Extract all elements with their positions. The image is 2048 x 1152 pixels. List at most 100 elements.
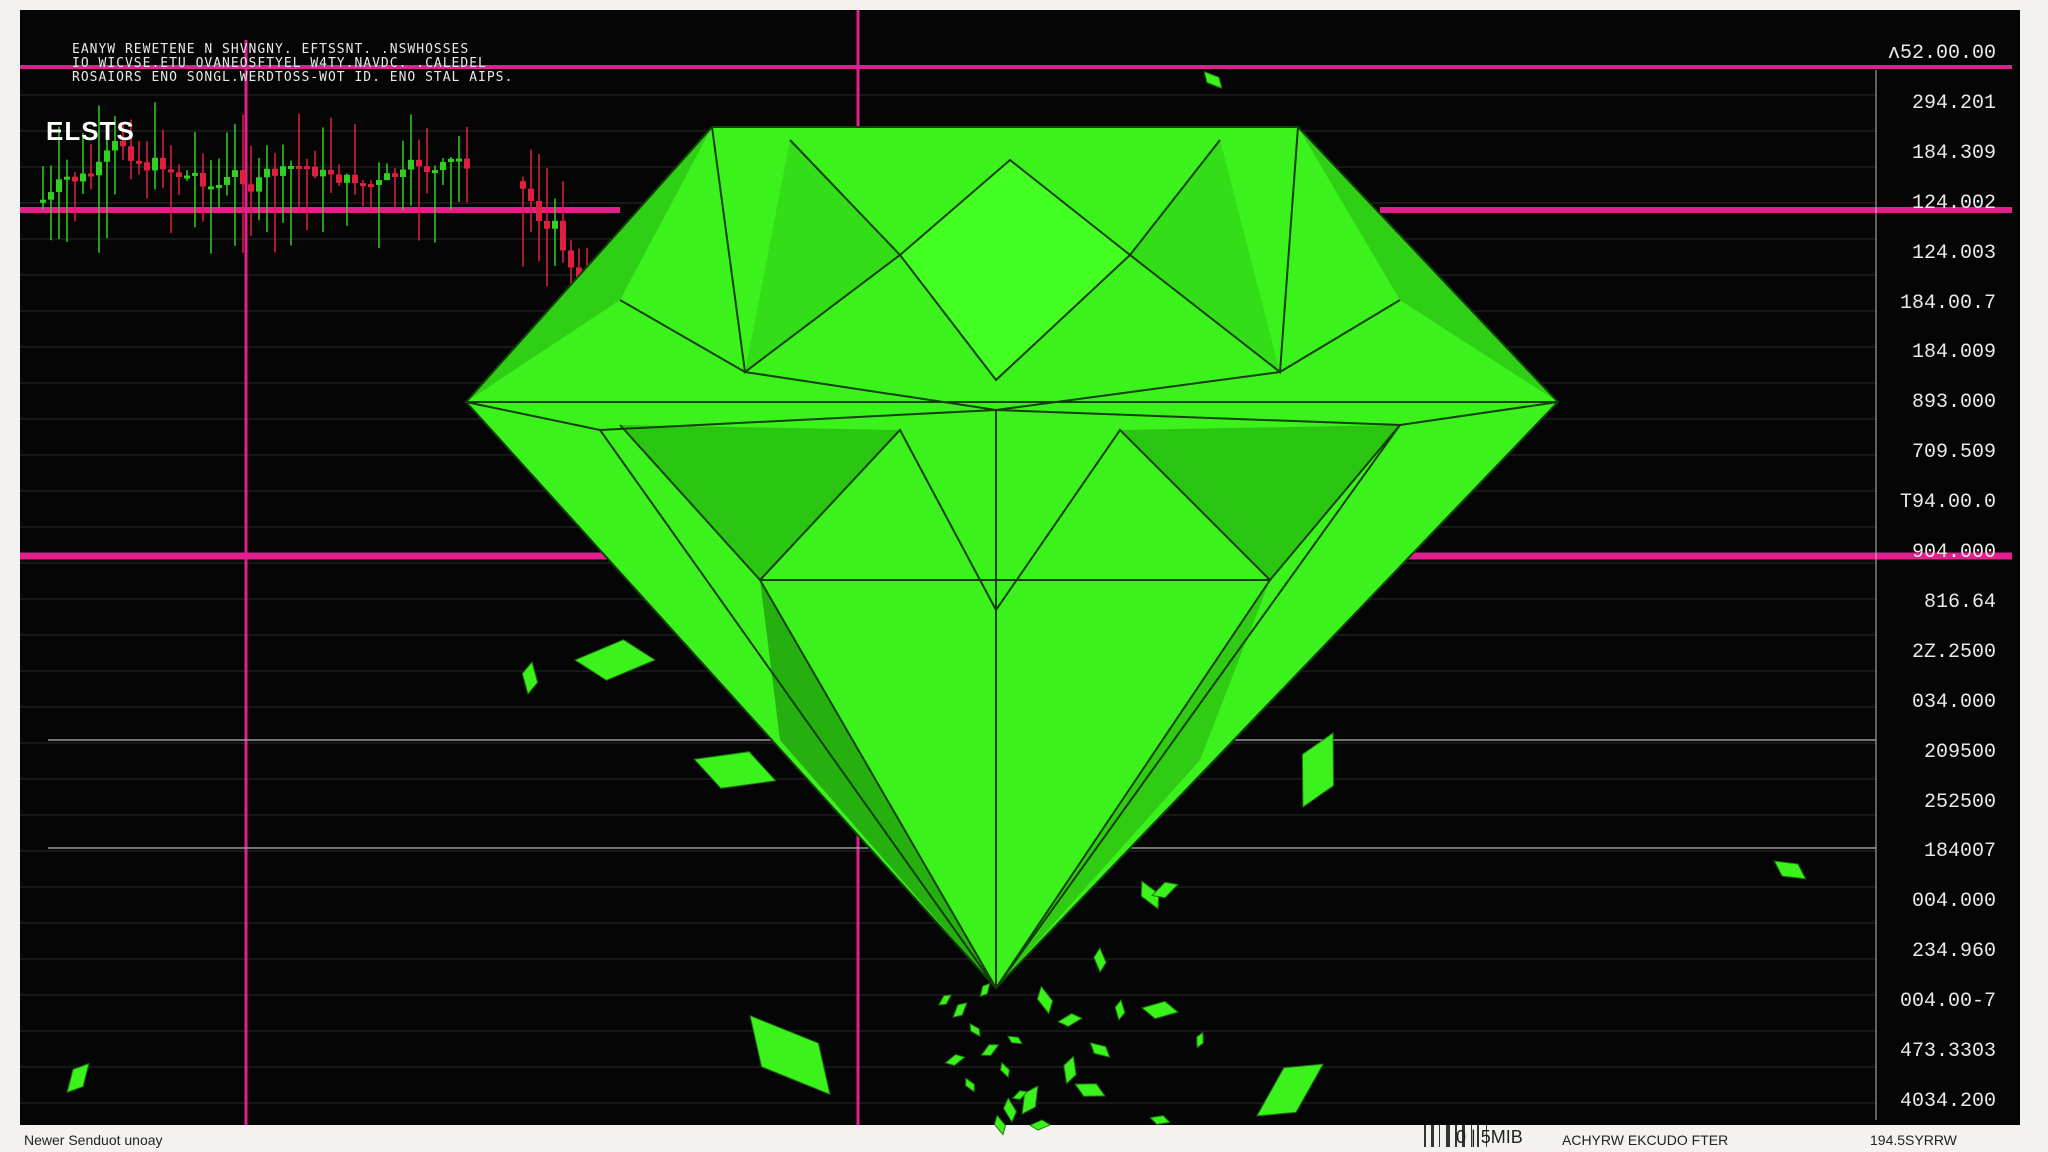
- shard-icon: [1036, 985, 1054, 1015]
- barcode-bar: [1431, 1125, 1434, 1147]
- shard-icon: [1074, 1083, 1106, 1097]
- shard-icon: [693, 751, 777, 789]
- candle-body: [360, 183, 366, 187]
- shard-icon: [66, 1062, 90, 1094]
- candle-body: [368, 184, 374, 188]
- candle-body: [184, 175, 190, 179]
- footer-left-text: Newer Senduot unoay: [24, 1132, 163, 1148]
- candle-body: [128, 146, 134, 161]
- price-axis-label: 209500: [1923, 740, 1996, 764]
- candle-body: [176, 172, 182, 178]
- candle-body: [208, 186, 214, 190]
- candle-body: [336, 174, 342, 183]
- candle-body: [440, 161, 446, 171]
- candle-body: [328, 169, 334, 175]
- shard-icon: [937, 994, 953, 1006]
- candle-body: [416, 159, 422, 167]
- candle-body: [280, 166, 286, 176]
- price-axis-label: 473.3303: [1899, 1040, 1996, 1064]
- price-axis-label: 184.00.7: [1899, 291, 1996, 315]
- candle-body: [432, 170, 438, 174]
- shard-icon: [1093, 946, 1107, 974]
- shard-icon: [1149, 1115, 1171, 1125]
- shard-icon: [1000, 1061, 1010, 1079]
- candle-body: [400, 169, 406, 178]
- price-axis-label: 816.64: [1923, 590, 1996, 614]
- shard-icon: [1141, 1000, 1179, 1020]
- shard-icon: [952, 1002, 968, 1018]
- price-axis-label: ʌ52.00.00: [1887, 42, 1996, 65]
- candle-body: [320, 169, 326, 177]
- price-axis-label: 034.000: [1911, 690, 1996, 714]
- price-axis-label: 184007: [1923, 840, 1996, 864]
- candle-body: [256, 177, 262, 192]
- header-line: ROSAIORS ENO SONGL.WERDTOSS-WOT ID. ENO …: [72, 70, 514, 85]
- price-axis-label: 2Z.2500: [1911, 640, 1996, 664]
- price-axis-label: 234.960: [1911, 940, 1996, 964]
- candle-body: [352, 174, 358, 184]
- candle-body: [528, 188, 534, 201]
- price-axis-label: 709.509: [1911, 441, 1996, 465]
- candle-body: [64, 176, 70, 180]
- candle-body: [248, 184, 254, 192]
- header-line: IO WICVSE.ETU OVANEOSFTYEL W4TY.NAVDC. .…: [72, 56, 487, 71]
- candle-body: [520, 181, 526, 189]
- shard-icon: [993, 1114, 1007, 1136]
- candle-body: [296, 165, 302, 169]
- diamond-icon: [464, 126, 1560, 990]
- artwork: [20, 10, 2012, 1147]
- candle-body: [392, 173, 398, 178]
- candle-body: [536, 200, 542, 221]
- barcode-bar: [1424, 1125, 1426, 1147]
- price-axis-label: T94.00.0: [1899, 491, 1996, 515]
- price-axis-label: 893.000: [1911, 391, 1996, 415]
- price-axis-label: 904.000: [1911, 541, 1996, 565]
- shard-icon: [1151, 881, 1179, 899]
- candle-body: [272, 168, 278, 176]
- shard-icon: [1003, 1097, 1017, 1123]
- price-axis-label: 184.309: [1911, 141, 1996, 165]
- candle-body: [304, 166, 310, 170]
- price-axis-label: 4034.200: [1899, 1090, 1996, 1113]
- candle-body: [568, 250, 574, 268]
- price-axis-label: 124.002: [1911, 191, 1996, 215]
- shard-icon: [749, 1014, 831, 1096]
- candle-body: [232, 170, 238, 178]
- candle-body: [72, 176, 78, 182]
- candle-body: [160, 157, 166, 170]
- price-axis-label: 004.00-7: [1899, 990, 1996, 1014]
- candle-body: [384, 173, 390, 181]
- candle-body: [312, 166, 318, 177]
- candle-body: [48, 192, 54, 200]
- candle-body: [192, 172, 198, 176]
- candle-body: [96, 161, 102, 176]
- candle-body: [104, 150, 110, 162]
- candle-body: [264, 168, 270, 178]
- footer-barcode-text: 0 | 5MIB: [1456, 1127, 1523, 1147]
- shard-icon: [573, 639, 657, 681]
- candle-body: [200, 172, 206, 187]
- candle-body: [224, 177, 230, 185]
- candle-body: [40, 199, 46, 203]
- candle-body: [448, 158, 454, 162]
- shard-icon: [1773, 860, 1807, 880]
- candle-body: [288, 165, 294, 169]
- price-axis-label: 124.003: [1911, 241, 1996, 265]
- candle-body: [152, 157, 158, 171]
- candle-body: [424, 166, 430, 173]
- shard-icon: [1089, 1042, 1111, 1058]
- header-line: EANYW REWETENE N SHVNGNY. EFTSSNT. .NSWH…: [72, 42, 470, 57]
- shard-icon: [1063, 1055, 1077, 1085]
- candle-body: [88, 173, 94, 177]
- candle-body: [136, 160, 142, 164]
- shard-icon: [1301, 732, 1335, 809]
- candle-body: [552, 220, 558, 229]
- candle-body: [80, 173, 86, 182]
- shard-icon: [965, 1077, 975, 1093]
- shard-icon: [980, 1044, 1000, 1056]
- candle-body: [216, 184, 222, 188]
- shard-icon: [1007, 1035, 1023, 1045]
- price-axis-label: 294.201: [1911, 91, 1996, 115]
- shard-icon: [1021, 1085, 1039, 1115]
- candle-body: [464, 158, 470, 169]
